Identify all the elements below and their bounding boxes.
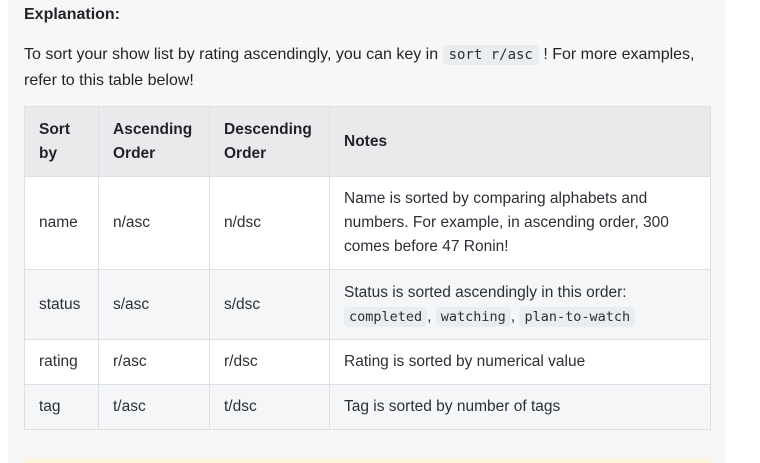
cell-note: Tag is sorted by number of tags	[329, 384, 711, 430]
cell-note: Rating is sorted by numerical value	[329, 339, 711, 385]
status-code-watching: watching	[435, 306, 511, 327]
separator: ,	[510, 307, 516, 325]
cell-sort-by: status	[24, 269, 99, 340]
cell-descending: t/dsc	[209, 384, 330, 430]
sort-options-table: Sort by Ascending Order Descending Order…	[24, 106, 711, 430]
status-code-plan-to-watch: plan-to-watch	[519, 306, 636, 327]
cell-sort-by: rating	[24, 339, 99, 385]
header-descending-order: Descending Order	[209, 106, 330, 177]
cell-descending: s/dsc	[209, 269, 330, 340]
table-row: tag t/asc t/dsc Tag is sorted by number …	[24, 384, 711, 430]
cell-note: Status is sorted ascendingly in this ord…	[329, 269, 711, 340]
cell-ascending: n/asc	[98, 176, 210, 270]
header-ascending-order: Ascending Order	[98, 106, 210, 177]
cell-ascending: r/asc	[98, 339, 210, 385]
cell-sort-by: tag	[24, 384, 99, 430]
cell-ascending: t/asc	[98, 384, 210, 430]
cell-ascending: s/asc	[98, 269, 210, 340]
cell-note: Name is sorted by comparing alphabets an…	[329, 176, 711, 270]
intro-text-before: To sort your show list by rating ascendi…	[24, 46, 439, 63]
note-text: Status is sorted ascendingly in this ord…	[344, 283, 627, 301]
table-row: rating r/asc r/dsc Rating is sorted by n…	[24, 339, 711, 385]
cell-descending: n/dsc	[209, 176, 330, 270]
inline-code-sort-command: sort r/asc	[442, 45, 539, 65]
table-row: status s/asc s/dsc Status is sorted asce…	[24, 269, 711, 340]
table-row: name n/asc n/dsc Name is sorted by compa…	[24, 176, 711, 270]
table-header-row: Sort by Ascending Order Descending Order…	[24, 106, 711, 177]
explanation-heading: Explanation:	[24, 6, 121, 23]
status-code-completed: completed	[344, 306, 428, 327]
explanation-paragraph: To sort your show list by rating ascendi…	[24, 42, 704, 94]
callout-box-top-edge	[24, 458, 711, 463]
separator: ,	[427, 307, 432, 325]
header-sort-by: Sort by	[24, 106, 99, 177]
header-notes: Notes	[329, 106, 711, 177]
cell-sort-by: name	[24, 176, 99, 270]
cell-descending: r/dsc	[209, 339, 330, 385]
